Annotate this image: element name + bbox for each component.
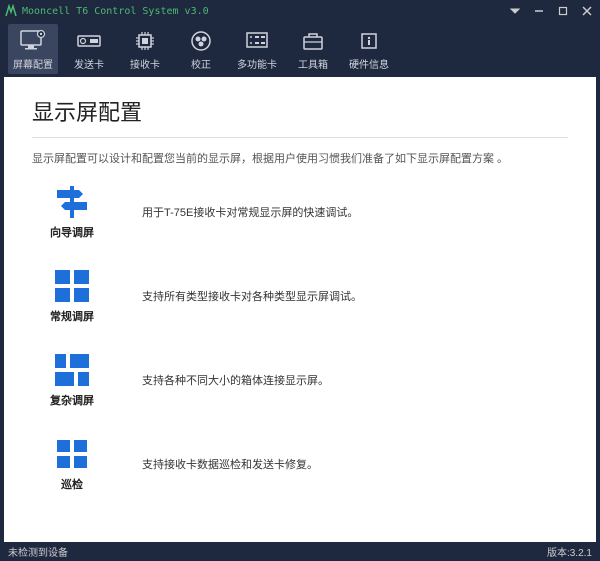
toolbar-item-send-card[interactable]: 发送卡 (64, 24, 114, 74)
calibration-icon (189, 27, 213, 55)
toolbar-item-hardware-info[interactable]: 硬件信息 (344, 24, 394, 74)
window-title: Mooncell T6 Control System v3.0 (22, 6, 209, 17)
page-title: 显示屏配置 (32, 95, 568, 138)
option-row: 复杂调屏 支持各种不同大小的箱体连接显示屏。 (32, 352, 568, 408)
app-logo-icon (4, 4, 18, 18)
toolbar-item-receive-card[interactable]: 接收卡 (120, 24, 170, 74)
option-desc: 支持接收卡数据巡检和发送卡修复。 (142, 456, 318, 472)
toolbar-item-screen-config[interactable]: 屏幕配置 (8, 24, 58, 74)
toolbar-item-label: 接收卡 (130, 56, 160, 71)
module-icon (245, 27, 269, 55)
option-row: 巡检 支持接收卡数据巡检和发送卡修复。 (32, 436, 568, 492)
titlebar: Mooncell T6 Control System v3.0 (0, 0, 600, 22)
grid-even-icon (51, 268, 93, 304)
option-label: 向导调屏 (50, 224, 94, 240)
toolbar: 屏幕配置 发送卡 接收卡 校正 多功能卡 工具箱 硬件信息 (0, 22, 600, 77)
toolbar-item-label: 硬件信息 (349, 56, 389, 71)
status-right: 版本:3.2.1 (547, 544, 592, 559)
info-chip-icon (357, 27, 381, 55)
minimize-button[interactable] (530, 2, 548, 20)
option-label: 常规调屏 (50, 308, 94, 324)
toolbar-item-label: 校正 (191, 56, 211, 71)
main-content: 显示屏配置 显示屏配置可以设计和配置您当前的显示屏，根据用户使用习惯我们准备了如… (4, 77, 596, 542)
option-wizard[interactable]: 向导调屏 (32, 184, 112, 240)
option-desc: 用于T-75E接收卡对常规显示屏的快速调试。 (142, 204, 358, 220)
toolbar-item-toolbox[interactable]: 工具箱 (288, 24, 338, 74)
drive-icon (76, 27, 102, 55)
monitor-gear-icon (19, 27, 47, 55)
status-left: 未检测到设备 (8, 544, 68, 559)
statusbar: 未检测到设备 版本:3.2.1 (0, 542, 600, 561)
grid-uneven-icon (51, 352, 93, 388)
option-inspect[interactable]: 巡检 (32, 436, 112, 492)
option-desc: 支持各种不同大小的箱体连接显示屏。 (142, 372, 329, 388)
toolbar-item-label: 多功能卡 (237, 56, 277, 71)
option-row: 常规调屏 支持所有类型接收卡对各种类型显示屏调试。 (32, 268, 568, 324)
dropdown-icon[interactable] (506, 2, 524, 20)
page-description: 显示屏配置可以设计和配置您当前的显示屏，根据用户使用习惯我们准备了如下显示屏配置… (32, 150, 568, 166)
toolbar-item-calibration[interactable]: 校正 (176, 24, 226, 74)
option-row: 向导调屏 用于T-75E接收卡对常规显示屏的快速调试。 (32, 184, 568, 240)
signpost-icon (51, 184, 93, 220)
maximize-button[interactable] (554, 2, 572, 20)
close-button[interactable] (578, 2, 596, 20)
option-desc: 支持所有类型接收卡对各种类型显示屏调试。 (142, 288, 362, 304)
toolbox-icon (301, 27, 325, 55)
option-label: 巡检 (61, 476, 83, 492)
toolbar-item-label: 工具箱 (298, 56, 328, 71)
toolbar-item-multicard[interactable]: 多功能卡 (232, 24, 282, 74)
option-standard[interactable]: 常规调屏 (32, 268, 112, 324)
toolbar-item-label: 屏幕配置 (13, 56, 53, 71)
option-complex[interactable]: 复杂调屏 (32, 352, 112, 408)
option-label: 复杂调屏 (50, 392, 94, 408)
toolbar-item-label: 发送卡 (74, 56, 104, 71)
chip-icon (133, 27, 157, 55)
grid-small-icon (51, 436, 93, 472)
